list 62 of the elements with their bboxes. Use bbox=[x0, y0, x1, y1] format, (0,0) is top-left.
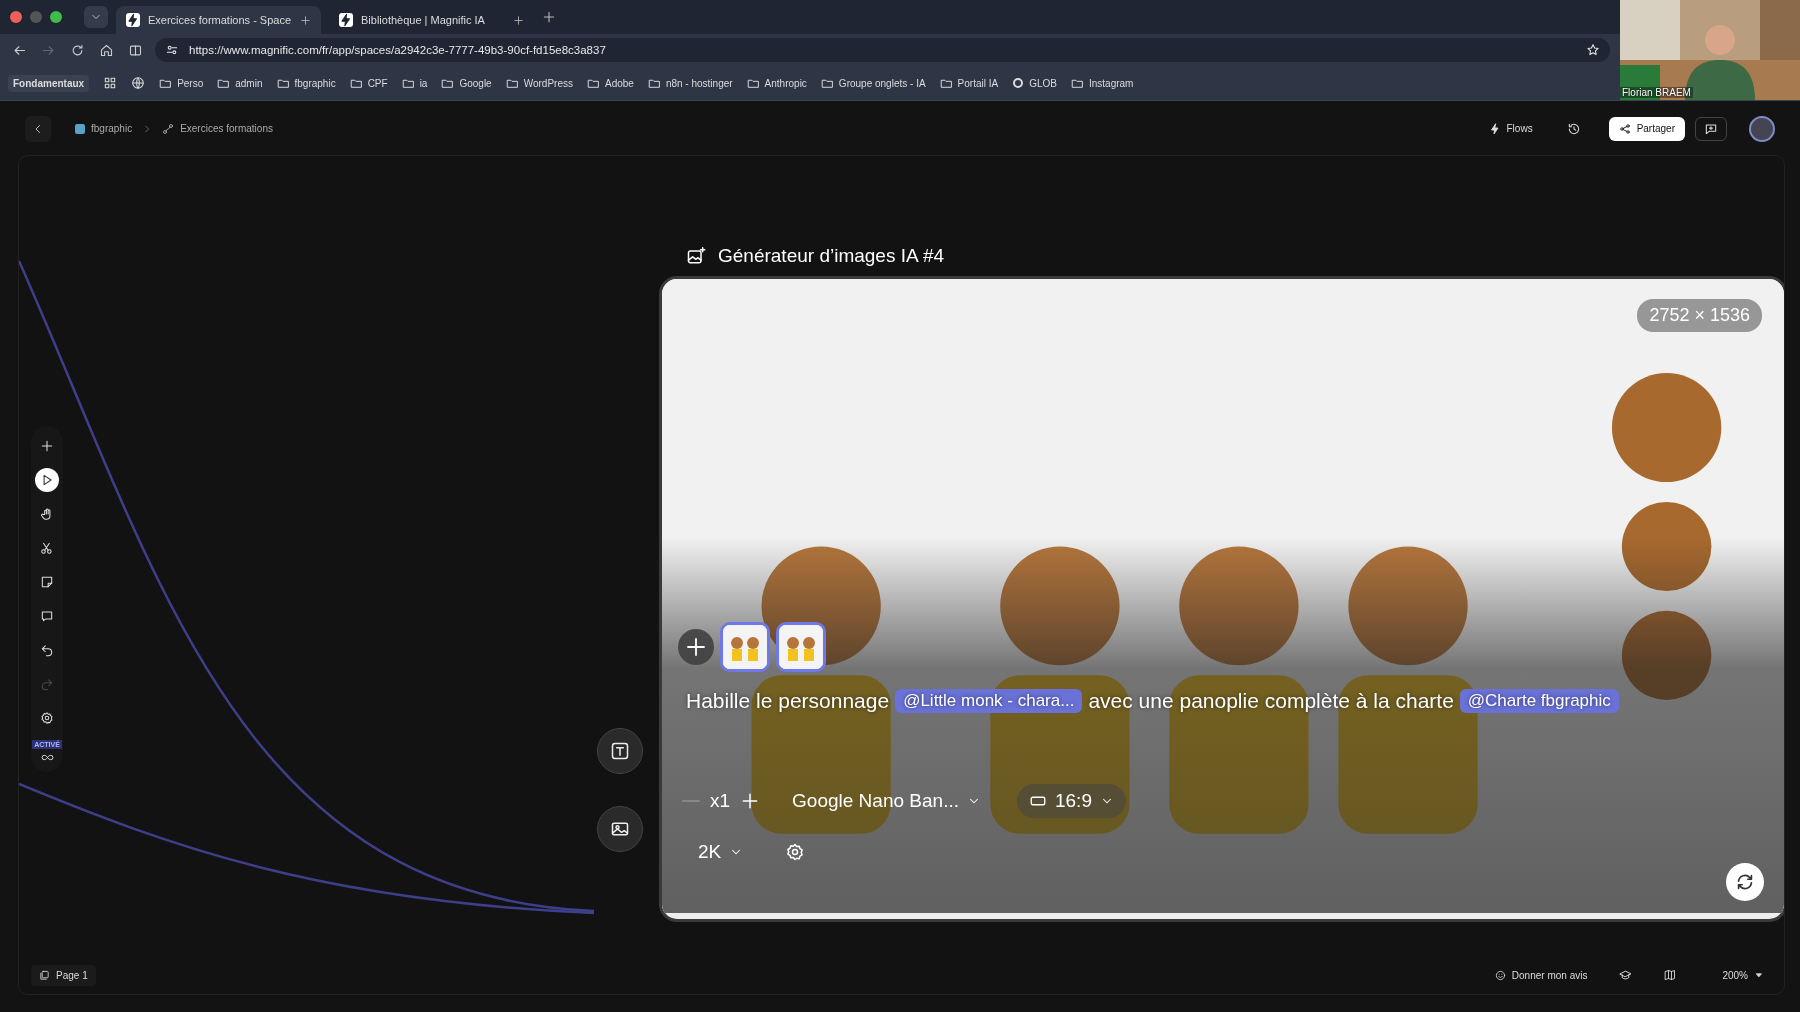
flows-button[interactable]: Flows bbox=[1482, 121, 1539, 136]
maximize-window-button[interactable] bbox=[50, 11, 62, 23]
ring-icon bbox=[1012, 77, 1025, 89]
image-output-button[interactable] bbox=[597, 806, 643, 852]
browser-tab[interactable]: Exercices formations - Space bbox=[116, 6, 321, 34]
bookmark-folder[interactable]: ia bbox=[401, 76, 428, 90]
home-icon bbox=[99, 42, 114, 58]
image-icon bbox=[686, 246, 706, 266]
avatar[interactable] bbox=[1749, 115, 1775, 142]
space-icon bbox=[75, 123, 85, 134]
bookmark-folder[interactable]: CPF bbox=[349, 76, 388, 90]
browser-tab[interactable]: Bibliothèque | Magnific IA bbox=[329, 6, 534, 34]
bookmark-folder[interactable]: admin bbox=[217, 76, 263, 90]
bookmark[interactable]: GLOB bbox=[1012, 77, 1057, 89]
smile-icon bbox=[1494, 969, 1506, 981]
image-icon bbox=[610, 819, 630, 839]
chat-icon bbox=[1704, 121, 1718, 136]
bookmark-folder[interactable]: fbgraphic bbox=[276, 76, 336, 90]
logo-icon bbox=[339, 13, 353, 27]
participant-name: Florian BRAEM bbox=[1620, 87, 1693, 98]
text-output-button[interactable] bbox=[597, 728, 643, 774]
close-icon bbox=[300, 14, 311, 26]
reload-icon bbox=[70, 42, 85, 58]
breadcrumb-link[interactable]: Exercices formations bbox=[162, 122, 273, 135]
history-icon bbox=[1566, 121, 1581, 136]
bookmark-folder[interactable]: n8n - hostinger bbox=[647, 76, 733, 90]
bookmark-folder[interactable]: Anthropic bbox=[746, 76, 807, 90]
graduation-cap-icon bbox=[1619, 968, 1633, 982]
feedback-link[interactable]: Donner mon avis bbox=[1486, 964, 1596, 986]
flow-icon bbox=[162, 122, 175, 135]
bookmark-folder[interactable]: Google bbox=[441, 76, 492, 90]
share-button[interactable]: Partager bbox=[1608, 116, 1685, 141]
sidebar-icon bbox=[128, 42, 143, 58]
share-icon bbox=[1618, 122, 1631, 135]
bookmark-folder[interactable]: Groupe onglets - IA bbox=[820, 76, 926, 90]
logo-icon bbox=[126, 13, 140, 27]
close-window-button[interactable] bbox=[10, 11, 22, 23]
feedback-button[interactable] bbox=[1695, 116, 1727, 141]
bookmark-folder[interactable]: Portail IA bbox=[939, 76, 999, 90]
bookmark-chip[interactable]: Fondamentaux bbox=[8, 74, 90, 92]
text-icon bbox=[610, 741, 630, 761]
breadcrumb-link[interactable]: fbgraphic bbox=[75, 123, 133, 134]
tab-list-button[interactable] bbox=[84, 6, 108, 28]
page-button[interactable]: Page 1 bbox=[31, 964, 96, 986]
bookmark-folder[interactable]: Adobe bbox=[586, 76, 634, 90]
caret-icon bbox=[1754, 970, 1764, 980]
address-bar[interactable]: https://www.magnific.com/fr/app/spaces/a2942c3e-7777-49b3-90cf-fd15e8c3a837 bbox=[155, 38, 1610, 62]
node-title: Générateur d’images IA #4 bbox=[718, 245, 945, 267]
bookmark-folder[interactable]: WordPress bbox=[505, 76, 573, 90]
tool-button[interactable] bbox=[35, 468, 59, 492]
bookmark-folder[interactable]: Perso bbox=[159, 76, 204, 90]
star-icon bbox=[1586, 43, 1600, 57]
map-icon bbox=[1664, 969, 1677, 981]
new-tab-icon bbox=[542, 10, 556, 24]
pages-icon bbox=[39, 969, 50, 981]
site-settings-icon bbox=[165, 43, 179, 57]
close-icon bbox=[513, 14, 524, 26]
bolt-icon bbox=[1488, 122, 1501, 135]
bookmark-folder[interactable]: Instagram bbox=[1070, 76, 1134, 90]
globe-icon bbox=[131, 76, 146, 90]
apps-icon bbox=[103, 76, 118, 90]
zoom-select[interactable]: 200% bbox=[1714, 964, 1772, 986]
